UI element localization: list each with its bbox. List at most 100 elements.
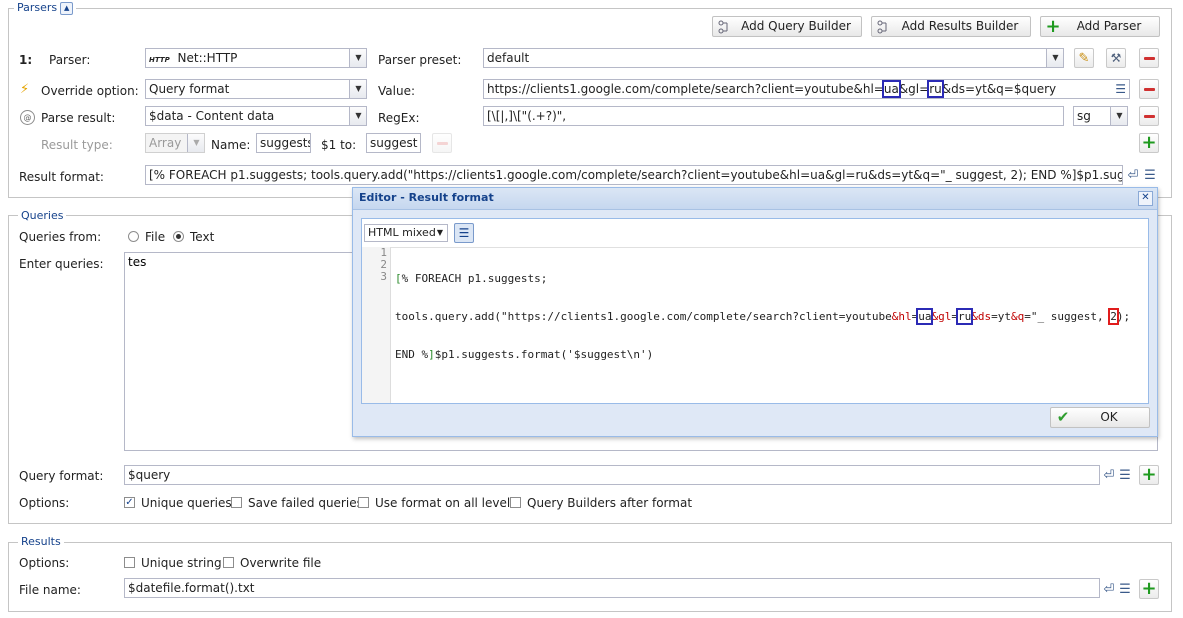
parser-label: Parser: [49, 53, 91, 67]
remove-result-button[interactable] [432, 133, 452, 153]
name-label: Name: [211, 138, 251, 152]
text-radio[interactable] [173, 231, 184, 242]
query-builders-after-format-checkbox[interactable] [510, 497, 521, 508]
editor-mode-value: HTML mixed [368, 226, 436, 239]
override-select[interactable]: Query format ▼ [145, 79, 367, 99]
queries-from-label: Queries from: [19, 230, 102, 244]
s1to-input[interactable]: suggest [366, 133, 421, 153]
code-editor[interactable]: HTML mixed ▼ ☰ 1 2 3 [% FOREACH p1.sugge… [361, 218, 1149, 404]
add-query-format-button[interactable]: + [1139, 465, 1159, 485]
unique-string-checkbox[interactable] [124, 557, 135, 568]
list-icon: ☰ [1119, 581, 1131, 597]
chevron-down-icon[interactable]: ▼ [1110, 107, 1127, 125]
value-hl-highlight: ua [881, 80, 901, 98]
name-input[interactable]: suggests [256, 133, 311, 153]
list-icon: ☰ [1144, 167, 1156, 183]
query-format-editor-button[interactable]: ☰ [1116, 465, 1134, 485]
minus-icon [1143, 87, 1155, 91]
remove-override-button[interactable] [1139, 79, 1159, 99]
preset-settings-button[interactable]: ⚒ [1106, 48, 1126, 68]
http-icon: HTTP [149, 56, 170, 64]
collapse-parsers-icon[interactable]: ▲ [60, 1, 74, 15]
parser-select[interactable]: HTTP Net::HTTP ▼ [145, 48, 367, 68]
code-content[interactable]: [% FOREACH p1.suggests; tools.query.add(… [395, 247, 1144, 387]
s1to-value: suggest [370, 136, 418, 150]
parse-result-label: Parse result: [41, 111, 116, 125]
file-name-editor-button[interactable]: ☰ [1116, 579, 1134, 599]
chevron-down-icon[interactable]: ▼ [349, 107, 366, 125]
name-value: suggests [260, 136, 311, 150]
list-icon[interactable]: ☰ [1115, 80, 1126, 98]
use-format-all-levels-label[interactable]: Use format on all levels [375, 496, 516, 510]
editor-mode-select[interactable]: HTML mixed ▼ [364, 224, 448, 242]
result-format-input[interactable]: [% FOREACH p1.suggests; tools.query.add(… [145, 165, 1123, 185]
query-builders-after-format-label[interactable]: Query Builders after format [527, 496, 692, 510]
regex-value: [\[|,]\["(.+?)", [487, 109, 567, 123]
chevron-down-icon[interactable]: ▼ [349, 49, 366, 67]
add-query-builder-button[interactable]: Add Query Builder [712, 16, 862, 37]
value-label: Value: [378, 84, 415, 98]
edit-preset-button[interactable]: ✎ [1074, 48, 1094, 68]
wrap-icon: ⏎ [1103, 467, 1115, 483]
results-builder-icon [876, 19, 892, 35]
use-format-all-levels-checkbox[interactable] [358, 497, 369, 508]
save-failed-queries-label[interactable]: Save failed queries [248, 496, 363, 510]
chevron-down-icon[interactable]: ▼ [349, 80, 366, 98]
result-type-label: Result type: [41, 138, 113, 152]
file-name-label: File name: [19, 583, 81, 597]
value-part: &ds=yt&q=$query [941, 82, 1057, 96]
plus-icon: + [1141, 578, 1157, 599]
queries-legend: Queries [18, 209, 67, 223]
unique-string-label[interactable]: Unique string [141, 556, 222, 570]
remove-parser-button[interactable] [1139, 48, 1159, 68]
overwrite-file-checkbox[interactable] [223, 557, 234, 568]
overwrite-file-label[interactable]: Overwrite file [240, 556, 321, 570]
line-number: 3 [380, 270, 387, 283]
queries-options-label: Options: [19, 496, 70, 510]
chevron-down-icon[interactable]: ▼ [1046, 49, 1063, 67]
plus-icon: + [1045, 15, 1061, 37]
value-gl-highlight: ru [927, 80, 944, 98]
text-radio-label[interactable]: Text [190, 230, 214, 244]
add-result-button[interactable]: + [1139, 133, 1159, 153]
file-radio-label[interactable]: File [145, 230, 165, 244]
query-format-input[interactable]: $query [124, 465, 1100, 485]
add-file-name-button[interactable]: + [1139, 579, 1159, 599]
enter-queries-label: Enter queries: [19, 257, 104, 271]
parsers-legend: Parsers ▲ [14, 1, 77, 15]
check-icon: ✔ [1056, 408, 1070, 426]
chevron-down-icon[interactable]: ▼ [187, 134, 204, 152]
file-radio[interactable] [128, 231, 139, 242]
minus-icon [1143, 56, 1155, 60]
parse-result-select[interactable]: $data - Content data ▼ [145, 106, 367, 126]
save-failed-queries-checkbox[interactable] [231, 497, 242, 508]
regex-flags-select[interactable]: sg ▼ [1073, 106, 1128, 126]
list-numbered-icon: ☰ [458, 226, 470, 240]
result-format-value: [% FOREACH p1.suggests; tools.query.add(… [149, 168, 1123, 182]
add-results-builder-button[interactable]: Add Results Builder [871, 16, 1031, 37]
override-value-input[interactable]: https://clients1.google.com/complete/sea… [483, 79, 1130, 99]
file-name-input[interactable]: $datefile.format().txt [124, 578, 1100, 598]
remove-regex-button[interactable] [1139, 106, 1159, 126]
result-type-select[interactable]: Array ▼ [145, 133, 205, 153]
add-results-builder-label: Add Results Builder [901, 19, 1019, 33]
unique-queries-label[interactable]: Unique queries [141, 496, 232, 510]
queries-legend-label: Queries [21, 209, 64, 222]
parser-preset-value: default [487, 51, 530, 65]
parser-preset-select[interactable]: default ▼ [483, 48, 1064, 68]
wrap-button[interactable]: ⏎ [1124, 165, 1142, 185]
open-editor-button[interactable]: ☰ [1141, 165, 1159, 185]
line-numbers-toggle[interactable]: ☰ [454, 223, 474, 243]
add-parser-label: Add Parser [1076, 19, 1142, 33]
parser-select-value: Net::HTTP [177, 51, 238, 65]
query-format-value: $query [128, 468, 171, 482]
pencil-icon: ✎ [1078, 50, 1090, 66]
add-parser-button[interactable]: + Add Parser [1040, 16, 1160, 37]
parse-result-icon: @ [20, 110, 35, 125]
close-icon[interactable]: ✕ [1138, 191, 1153, 206]
ok-button[interactable]: ✔ OK [1050, 407, 1150, 428]
regex-input[interactable]: [\[|,]\["(.+?)", [483, 106, 1064, 126]
editor-header[interactable]: Editor - Result format ✕ [353, 188, 1157, 210]
ok-label: OK [1100, 410, 1118, 424]
unique-queries-checkbox[interactable]: ✓ [124, 497, 135, 508]
